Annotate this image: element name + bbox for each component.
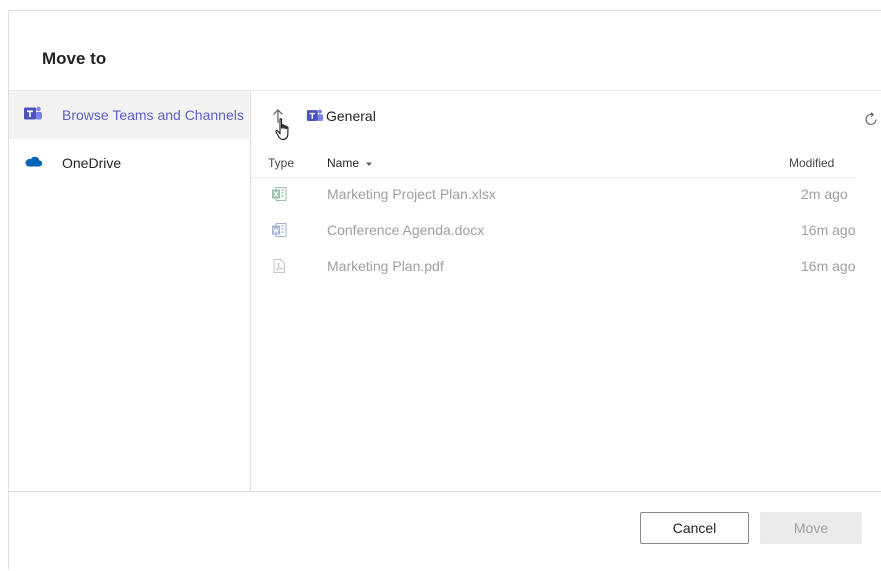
file-modified: 16m ago xyxy=(801,222,856,238)
table-row[interactable]: Marketing Plan.pdf 16m ago xyxy=(251,249,881,285)
table-row[interactable]: Marketing Project Plan.xlsx 2m ago xyxy=(251,177,881,213)
nav-item-onedrive[interactable]: OneDrive xyxy=(9,139,249,187)
teams-icon xyxy=(24,106,42,120)
column-header-type: Type xyxy=(268,156,295,170)
sort-down-caret-icon xyxy=(366,162,373,166)
nav-item-browse-teams[interactable]: Browse Teams and Channels xyxy=(9,91,249,139)
file-name: Marketing Plan.pdf xyxy=(327,258,444,274)
onedrive-icon xyxy=(25,156,43,167)
file-modified: 2m ago xyxy=(801,186,848,202)
pdf-icon xyxy=(273,259,285,273)
file-modified: 16m ago xyxy=(801,258,856,274)
hand-cursor-icon xyxy=(275,118,289,140)
move-button[interactable]: Move xyxy=(760,512,862,544)
column-header-name-label: Name xyxy=(327,156,360,170)
teams-icon xyxy=(306,109,324,121)
column-header-name[interactable]: Name xyxy=(327,156,373,170)
excel-icon xyxy=(272,187,287,201)
table-header: Type Name Modified xyxy=(251,153,856,178)
file-name: Conference Agenda.docx xyxy=(327,222,485,238)
column-header-modified: Modified xyxy=(789,156,835,170)
breadcrumb: General xyxy=(251,91,881,141)
table-row[interactable]: Conference Agenda.docx 16m ago xyxy=(251,213,881,249)
nav-item-label: Browse Teams and Channels xyxy=(62,107,244,123)
dialog-title: Move to xyxy=(42,49,107,68)
breadcrumb-current[interactable]: General xyxy=(326,108,376,124)
dialog-footer: Cancel Move xyxy=(9,491,881,571)
word-icon xyxy=(272,223,287,237)
file-browser: General Type Name Modified Marketing Pro… xyxy=(251,90,881,491)
location-nav: Browse Teams and Channels OneDrive xyxy=(9,90,251,491)
nav-item-label: OneDrive xyxy=(62,155,122,171)
refresh-icon[interactable] xyxy=(863,111,879,127)
file-name: Marketing Project Plan.xlsx xyxy=(327,186,496,202)
cancel-button[interactable]: Cancel xyxy=(640,512,749,544)
move-to-dialog: Move to Browse Teams and Channels OneDri… xyxy=(8,10,881,569)
